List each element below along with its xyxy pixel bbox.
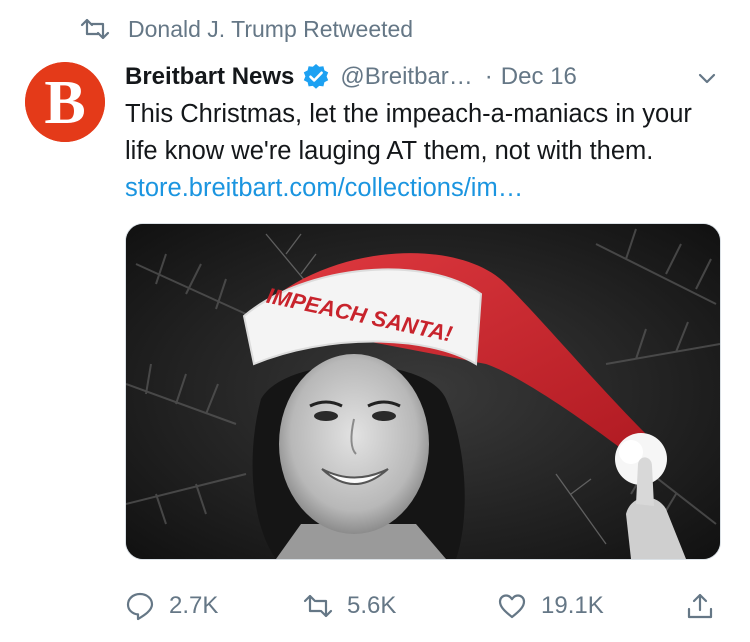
retweet-context-text: Donald J. Trump Retweeted (128, 15, 414, 42)
retweet-icon (80, 18, 110, 40)
tweet-header: Breitbart News @Breitbar… · Dec 16 (125, 60, 720, 94)
retweet-button[interactable]: 5.6K (303, 585, 396, 627)
verified-badge-icon (304, 64, 329, 89)
tweet-media[interactable]: IMPEACH SANTA! (125, 223, 721, 560)
tweet-body: This Christmas, let the impeach-a-maniac… (125, 100, 692, 165)
reply-count: 2.7K (169, 592, 219, 619)
reply-button[interactable]: 2.7K (125, 585, 218, 627)
tweet-text: This Christmas, let the impeach-a-maniac… (125, 96, 725, 207)
svg-text:B: B (44, 69, 85, 137)
tweet-link[interactable]: store.breitbart.com/collections/im… (125, 174, 523, 202)
reply-icon (126, 592, 154, 621)
like-button[interactable]: 19.1K (497, 585, 604, 627)
avatar[interactable]: B (25, 62, 105, 142)
share-icon (687, 593, 713, 619)
like-count: 19.1K (541, 592, 604, 619)
breitbart-logo: B (25, 62, 105, 142)
retweet-context[interactable]: Donald J. Trump Retweeted (80, 14, 413, 44)
separator-dot: · (484, 63, 493, 90)
retweet-count: 5.6K (347, 592, 397, 619)
author-handle[interactable]: @Breitbar… (340, 63, 472, 91)
heart-icon (498, 594, 526, 619)
chevron-down-icon[interactable] (694, 65, 720, 91)
tweet-date[interactable]: Dec 16 (501, 63, 577, 91)
retweet-icon (303, 594, 333, 618)
author-name[interactable]: Breitbart News (125, 63, 294, 91)
tweet-actions: 2.7K 5.6K 19.1K (125, 585, 725, 627)
photo-woman-in-santa-hat: IMPEACH SANTA! (126, 224, 720, 559)
share-button[interactable] (685, 585, 729, 627)
